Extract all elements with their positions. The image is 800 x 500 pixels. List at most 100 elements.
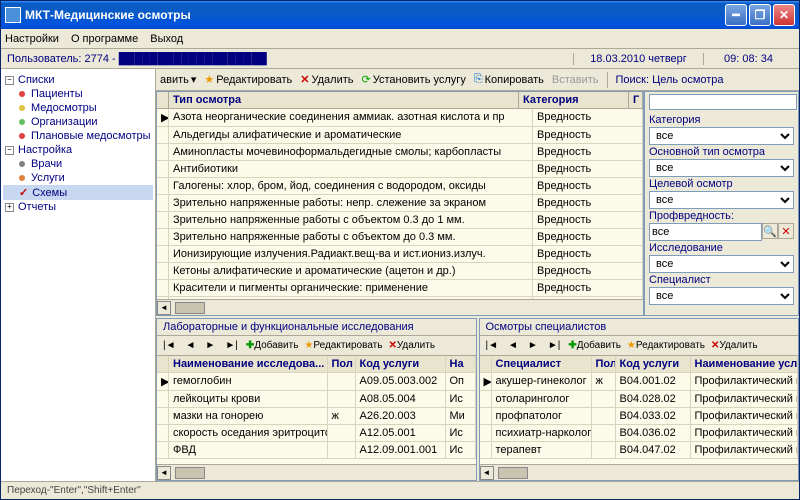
menu-exit[interactable]: Выход (150, 33, 183, 45)
hscrollbar[interactable]: ◄ (157, 299, 643, 315)
spec-panel: Осмотры специалистов |◄ ◄ ► ►| ✚Добавить… (479, 318, 800, 481)
col-cat-header[interactable]: Категория (519, 92, 629, 108)
menu-about[interactable]: О программе (71, 33, 138, 45)
tree-setup[interactable]: −Настройка (3, 143, 153, 157)
lab-delete-button[interactable]: ✕Удалить (388, 340, 435, 351)
scroll-thumb[interactable] (498, 467, 528, 479)
nav-prev-icon[interactable]: ◄ (184, 340, 198, 351)
expand-icon[interactable]: − (5, 76, 14, 85)
nav-last-icon[interactable]: ►| (223, 340, 240, 351)
table-row[interactable]: Альдегиды алифатические и ароматическиеВ… (157, 127, 643, 144)
spec-add-button[interactable]: ✚Добавить (568, 340, 621, 351)
table-row[interactable]: Галогены: хлор, бром, йод, соединения с … (157, 178, 643, 195)
date-label: 18.03.2010 четверг (573, 53, 703, 65)
maximize-button[interactable]: ❐ (749, 4, 771, 26)
table-row[interactable]: терапевтB04.047.02Профилактический пр (480, 442, 799, 459)
table-row[interactable]: Красители и пигменты органические: приме… (157, 280, 643, 297)
tree-medexams[interactable]: Медосмотры (3, 101, 153, 115)
search-input[interactable] (649, 94, 797, 110)
table-row[interactable]: Зрительно напряженные работы с объектом … (157, 212, 643, 229)
nav-next-icon[interactable]: ► (526, 340, 540, 351)
spec-grid-header: Специалист Пол Код услуги Наименование у… (480, 356, 799, 373)
prof-search-button[interactable]: 🔍 (762, 223, 778, 239)
nav-first-icon[interactable]: |◄ (161, 340, 178, 351)
table-row[interactable]: Аминопласты мочевиноформальдегидные смол… (157, 144, 643, 161)
filter-specialist-label: Специалист (649, 274, 794, 286)
nav-next-icon[interactable]: ► (203, 340, 217, 351)
table-row[interactable]: Ионизирующие излучения.Радиакт.вещ-ва и … (157, 246, 643, 263)
table-row[interactable]: ▶Азота неорганические соединения аммиак.… (157, 109, 643, 127)
tree-doctors[interactable]: Врачи (3, 157, 153, 171)
bullet-icon (19, 105, 25, 111)
prof-clear-button[interactable]: ✕ (778, 223, 794, 239)
paste-button: Вставить (552, 74, 599, 86)
table-row[interactable]: ▶акушер-гинекологжB04.001.02Профилактиче… (480, 373, 799, 391)
filter-prof[interactable] (649, 223, 762, 241)
table-row[interactable]: лейкоциты кровиA08.05.004Ис (157, 391, 476, 408)
scroll-thumb[interactable] (175, 302, 205, 314)
edit-button[interactable]: ★Редактировать (204, 73, 292, 86)
spec-grid[interactable]: Специалист Пол Код услуги Наименование у… (480, 356, 799, 464)
add-button[interactable]: авить ▾ (160, 73, 196, 86)
table-row[interactable]: ФВДA12.09.001.001Ис (157, 442, 476, 459)
delete-button[interactable]: ✕Удалить (300, 73, 353, 86)
nav-first-icon[interactable]: |◄ (484, 340, 501, 351)
filter-target[interactable]: все (649, 191, 794, 209)
copy-button[interactable]: ⎘Копировать (474, 73, 544, 86)
table-row[interactable]: психиатр-наркологB04.036.02Профилактичес… (480, 425, 799, 442)
col-type-header[interactable]: Тип осмотра (169, 92, 519, 108)
tree-patients[interactable]: Пациенты (3, 87, 153, 101)
scroll-left-icon[interactable]: ◄ (157, 301, 171, 315)
table-row[interactable]: Зрительно напряженные работы с объектом … (157, 229, 643, 246)
nav-last-icon[interactable]: ►| (546, 340, 563, 351)
app-icon (5, 7, 21, 23)
setservice-button[interactable]: ⟳Установить услугу (362, 73, 466, 86)
spec-edit-button[interactable]: ★Редактировать (627, 340, 705, 351)
scroll-left-icon[interactable]: ◄ (480, 466, 494, 480)
table-row[interactable]: профпатологB04.033.02Профилактический пр (480, 408, 799, 425)
table-row[interactable]: отоларингологB04.028.02Профилактический … (480, 391, 799, 408)
table-row[interactable]: Кетоны алифатические и ароматические (ац… (157, 263, 643, 280)
minimize-button[interactable]: ━ (725, 4, 747, 26)
filter-maintype[interactable]: все (649, 159, 794, 177)
table-row[interactable]: мазки на гонореюжA26.20.003Ми (157, 408, 476, 425)
tree-reports[interactable]: +Отчеты (3, 200, 153, 214)
filter-specialist[interactable]: все (649, 287, 794, 305)
tree-schemes[interactable]: ✓Схемы (3, 185, 153, 200)
lab-edit-button[interactable]: ★Редактировать (304, 340, 382, 351)
tree-orgs[interactable]: Организации (3, 115, 153, 129)
filter-target-label: Целевой осмотр (649, 178, 794, 190)
table-row[interactable]: АнтибиотикиВредность (157, 161, 643, 178)
lab-add-button[interactable]: ✚Добавить (246, 340, 299, 351)
menubar: Настройки О программе Выход (1, 29, 799, 49)
check-icon: ✓ (19, 186, 28, 199)
close-button[interactable]: ✕ (773, 4, 795, 26)
tree-planned[interactable]: Плановые медосмотры (3, 129, 153, 143)
table-row[interactable]: скорость оседания эритроцитовA12.05.001И… (157, 425, 476, 442)
menu-settings[interactable]: Настройки (5, 33, 59, 45)
main-grid: Тип осмотра Категория Г ▶Азота неорганич… (156, 91, 644, 316)
lab-hscrollbar[interactable]: ◄ (157, 464, 476, 480)
expand-icon[interactable]: + (5, 203, 14, 212)
tree-services[interactable]: Услуги (3, 171, 153, 185)
filter-research[interactable]: все (649, 255, 794, 273)
tree-lists[interactable]: −Списки (3, 73, 153, 87)
spec-hscrollbar[interactable]: ◄ (480, 464, 799, 480)
nav-prev-icon[interactable]: ◄ (506, 340, 520, 351)
filter-research-label: Исследование (649, 242, 794, 254)
lab-grid[interactable]: Наименование исследова... Пол Код услуги… (157, 356, 476, 464)
scroll-left-icon[interactable]: ◄ (157, 466, 171, 480)
spec-delete-button[interactable]: ✕Удалить (711, 340, 758, 351)
sidebar: −Списки Пациенты Медосмотры Организации … (1, 69, 156, 481)
expand-icon[interactable]: − (5, 146, 14, 155)
x-icon: ✕ (388, 340, 396, 351)
table-row[interactable]: Зрительно напряженные работы: непр. слеж… (157, 195, 643, 212)
table-row[interactable]: ▶гемоглобинA09.05.003.002Оп (157, 373, 476, 391)
plus-icon: ✚ (246, 340, 254, 351)
spec-panel-title: Осмотры специалистов (480, 319, 799, 336)
grid-body[interactable]: ▶Азота неорганические соединения аммиак.… (157, 109, 643, 299)
filter-category[interactable]: все (649, 127, 794, 145)
app-window: МКТ-Медицинские осмотры ━ ❐ ✕ Настройки … (0, 0, 800, 500)
scroll-thumb[interactable] (175, 467, 205, 479)
lab-panel: Лабораторные и функциональные исследован… (156, 318, 477, 481)
